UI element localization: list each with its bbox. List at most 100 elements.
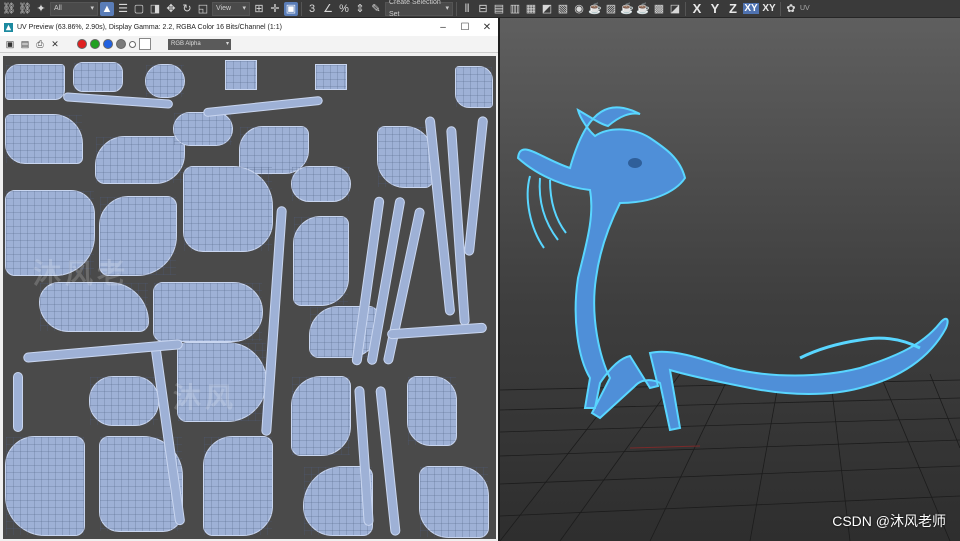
csdn-watermark: CSDN @沐风老师 — [832, 513, 946, 529]
render-options-icon[interactable]: ▩ — [652, 2, 666, 16]
blue-channel-toggle[interactable] — [103, 39, 113, 49]
uv-island — [73, 62, 123, 92]
axis-xy-button[interactable]: XY — [743, 3, 759, 14]
uv-island — [407, 376, 457, 446]
clear-icon[interactable]: ✕ — [49, 38, 61, 50]
uv-island — [145, 64, 185, 98]
uv-watermark-fragment: 沐风 — [173, 382, 238, 413]
select-by-name-icon[interactable]: ☰ — [116, 2, 130, 16]
render-in-cloud-icon[interactable]: ◪ — [668, 2, 682, 16]
move-icon[interactable]: ✥ — [164, 2, 178, 16]
rect-region-icon[interactable]: ▢ — [132, 2, 146, 16]
uv-island — [455, 66, 493, 108]
spinner-snap-icon[interactable]: ⇕ — [353, 2, 367, 16]
axis-x-button[interactable]: X — [689, 1, 705, 16]
save-image-icon[interactable]: ▣ — [4, 38, 16, 50]
chevron-down-icon: ▾ — [242, 4, 246, 12]
uv-island — [95, 136, 185, 184]
render-iterative-icon[interactable]: ☕ — [636, 2, 650, 16]
uv-island — [315, 64, 347, 90]
uv-tool-icon[interactable]: ✿ — [784, 2, 798, 16]
toggle-layer-explorer-icon[interactable]: ▥ — [508, 2, 522, 16]
toggle-scene-explorer-icon[interactable]: ▤ — [492, 2, 506, 16]
selection-filter-value: All — [54, 4, 62, 12]
unlink-icon[interactable]: ⛓ — [18, 2, 32, 16]
uv-island — [293, 216, 349, 306]
axis-y-button[interactable]: Y — [707, 1, 723, 16]
axis-xy-cycle-button[interactable]: XY — [761, 3, 777, 14]
uv-island — [419, 466, 489, 538]
toggle-ribbon-icon[interactable]: ▦ — [524, 2, 538, 16]
window-crossing-icon[interactable]: ◨ — [148, 2, 162, 16]
uv-watermark-fragment: 沐风老 — [33, 258, 130, 289]
creature-model[interactable] — [516, 106, 949, 432]
maximize-icon[interactable]: ☐ — [454, 22, 476, 33]
material-editor-icon[interactable]: ◉ — [572, 2, 586, 16]
keyboard-shortcut-override-icon[interactable]: ▣ — [284, 1, 298, 16]
background-color-swatch[interactable] — [139, 38, 151, 50]
link-icon[interactable]: ⛓ — [2, 2, 16, 16]
uv-island — [377, 126, 433, 188]
perspective-viewport[interactable]: CSDN @沐风老师 — [500, 18, 960, 541]
green-channel-toggle[interactable] — [90, 39, 100, 49]
select-icon[interactable]: ▲ — [100, 1, 114, 16]
uv-island — [5, 64, 65, 100]
close-icon[interactable]: ✕ — [476, 22, 498, 33]
toolbar-separator — [780, 1, 781, 16]
red-channel-toggle[interactable] — [77, 39, 87, 49]
uv-island — [203, 436, 273, 536]
chevron-down-icon: ▾ — [90, 4, 94, 12]
clone-window-icon[interactable]: ▤ — [19, 38, 31, 50]
scale-icon[interactable]: ◱ — [196, 2, 210, 16]
uv-strand — [375, 385, 401, 537]
uv-island — [173, 112, 233, 146]
bind-icon[interactable]: ✦ — [34, 2, 48, 16]
monochrome-toggle[interactable] — [129, 40, 136, 48]
uv-window-toolbar: ▣ ▤ ⎙ ✕ RGB Alpha ▾ — [0, 36, 498, 53]
channel-display-value: RGB Alpha — [171, 40, 201, 47]
reference-coordinate-value: View — [216, 4, 232, 12]
uv-window-titlebar[interactable]: UV Preview (63.86%, 2.90s), Display Gamm… — [0, 18, 498, 36]
toolbar-separator — [301, 1, 302, 16]
channel-display-select[interactable]: RGB Alpha ▾ — [168, 38, 231, 50]
percent-snap-icon[interactable]: % — [337, 2, 351, 16]
curve-editor-icon[interactable]: ◩ — [540, 2, 554, 16]
main-toolbar: ⛓ ⛓ ✦ All ▾ ▲ ☰ ▢ ◨ ✥ ↻ ◱ View ▾ ⊞ ✛ ▣ 3 ∠… — [0, 0, 960, 18]
uv-island — [225, 60, 257, 90]
pivot-icon[interactable]: ⊞ — [252, 2, 266, 16]
angle-snap-icon[interactable]: ∠ — [321, 2, 335, 16]
uv-island — [291, 376, 351, 456]
alpha-channel-toggle[interactable] — [116, 39, 126, 49]
grid-x-axis — [629, 445, 701, 449]
app-icon — [4, 22, 13, 32]
align-icon[interactable]: ⊟ — [476, 2, 490, 16]
rotate-icon[interactable]: ↻ — [180, 2, 194, 16]
uv-island — [183, 166, 273, 252]
uv-island — [291, 166, 351, 202]
selection-set-dropdown[interactable]: Create Selection Set ▾ — [385, 0, 453, 18]
selection-filter-dropdown[interactable]: All ▾ — [50, 1, 98, 16]
snap-icon[interactable]: 3 — [305, 2, 319, 16]
select-manipulate-icon[interactable]: ✛ — [268, 2, 282, 16]
chevron-down-icon: ▾ — [225, 40, 229, 47]
uv-label: UV — [800, 5, 810, 12]
viewport-scene — [500, 106, 960, 541]
reference-coordinate-dropdown[interactable]: View ▾ — [212, 1, 250, 16]
mirror-icon[interactable]: ⫴ — [460, 2, 474, 16]
axis-z-button[interactable]: Z — [725, 1, 741, 16]
render-icon[interactable]: ☕ — [620, 2, 634, 16]
print-icon[interactable]: ⎙ — [34, 38, 46, 50]
minimize-icon[interactable]: – — [432, 22, 454, 33]
rendered-frame-icon[interactable]: ▨ — [604, 2, 618, 16]
edit-selection-set-icon[interactable]: ✎ — [369, 2, 383, 16]
schematic-view-icon[interactable]: ▧ — [556, 2, 570, 16]
uv-island — [89, 376, 159, 426]
toolbar-separator — [685, 1, 686, 16]
uv-island — [5, 114, 83, 164]
uv-strand — [386, 322, 488, 340]
uv-window-title: UV Preview (63.86%, 2.90s), Display Gamm… — [17, 23, 282, 31]
render-setup-icon[interactable]: ☕ — [588, 2, 602, 16]
uv-strand — [202, 95, 324, 118]
uv-island — [153, 282, 263, 342]
uv-layout-canvas[interactable]: 沐风老 沐风 — [3, 56, 496, 539]
